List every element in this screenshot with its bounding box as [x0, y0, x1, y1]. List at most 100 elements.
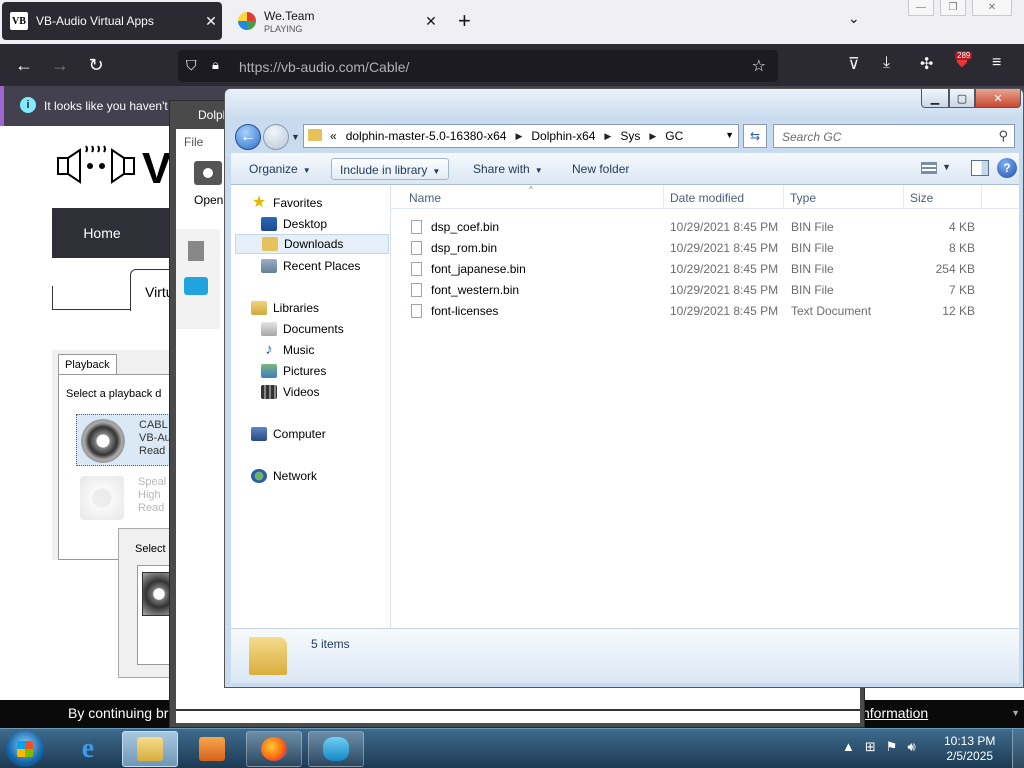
minimize-button[interactable]: ▁	[921, 89, 949, 108]
chevron-right-icon[interactable]: ▶	[604, 131, 611, 143]
menu-file[interactable]: File	[184, 135, 203, 149]
taskbar-file-explorer[interactable]	[122, 731, 178, 767]
close-tab-icon[interactable]: ✕	[420, 13, 442, 30]
column-divider[interactable]	[981, 185, 982, 209]
taskbar-media-player[interactable]	[184, 731, 240, 767]
breadcrumb-item[interactable]: Dolphin-x64	[531, 129, 595, 143]
dolphin-emulator-icon	[323, 737, 349, 761]
close-button[interactable]: ✕	[975, 89, 1021, 108]
nav-home-link[interactable]: Home	[52, 208, 152, 258]
address-bar[interactable]: « dolphin-master-5.0-16380-x64 ▶ Dolphin…	[303, 124, 739, 148]
show-desktop-button[interactable]	[1012, 729, 1024, 768]
url-text[interactable]: https://vb-audio.com/Cable/	[239, 59, 409, 75]
show-hidden-icons-arrow-icon[interactable]: ▲	[842, 739, 855, 755]
nav-network[interactable]: Network	[251, 466, 317, 486]
taskbar-internet-explorer[interactable]: e	[60, 731, 116, 767]
tab-playback[interactable]: Playback	[58, 354, 117, 375]
nav-videos[interactable]: Videos	[261, 382, 319, 402]
column-divider[interactable]	[783, 185, 784, 209]
tracking-shield-icon[interactable]: ⛉	[186, 57, 197, 74]
restore-icon[interactable]: ❐	[940, 0, 966, 16]
lock-icon[interactable]: 🔒︎	[212, 57, 219, 73]
nav-computer[interactable]: Computer	[251, 424, 326, 444]
preview-pane-icon[interactable]	[971, 160, 989, 176]
column-type[interactable]: Type	[790, 191, 816, 205]
scroll-down-arrow-icon[interactable]: ▼	[1011, 708, 1020, 718]
minimize-icon[interactable]: —	[908, 0, 934, 16]
forward-arrow-icon[interactable]: →	[48, 53, 72, 77]
url-bar[interactable]: ⛉ 🔒︎ https://vb-audio.com/Cable/ ☆	[178, 50, 778, 82]
close-tab-icon[interactable]: ✕	[200, 13, 222, 30]
help-icon[interactable]: ?	[997, 158, 1017, 178]
nav-pictures[interactable]: Pictures	[261, 361, 326, 381]
address-dropdown-icon[interactable]: ▼	[725, 130, 734, 140]
reload-icon[interactable]: ↻	[84, 53, 108, 77]
command-bar: Organize ▼ Include in library ▼ Share with…	[231, 153, 1019, 185]
nav-downloads[interactable]: Downloads	[235, 234, 389, 254]
cookie-info-link[interactable]: nformation	[862, 705, 928, 721]
chevron-right-icon[interactable]: ▶	[515, 131, 522, 143]
menu-hamburger-icon[interactable]: ≡	[992, 54, 1001, 72]
nav-libraries[interactable]: Libraries	[251, 298, 319, 318]
text-document-icon	[411, 304, 422, 318]
file-row[interactable]: dsp_rom.bin 10/29/2021 8:45 PM BIN File …	[403, 237, 993, 258]
select-dialog-title: Select	[135, 543, 166, 555]
tab-vb-audio[interactable]: VB VB-Audio Virtual Apps ✕	[2, 2, 222, 40]
column-divider[interactable]	[903, 185, 904, 209]
column-divider[interactable]	[663, 185, 664, 209]
breadcrumb-overflow[interactable]: «	[330, 129, 337, 143]
tab-we-team[interactable]: We.Team PLAYING ✕	[230, 2, 442, 40]
chevron-right-icon[interactable]: ▶	[649, 131, 656, 143]
search-icon[interactable]: ⚲	[998, 128, 1008, 144]
nav-recent-places[interactable]: Recent Places	[261, 256, 360, 276]
view-dropdown-icon[interactable]: ▼	[942, 162, 951, 172]
new-tab-plus-icon[interactable]: +	[458, 8, 471, 34]
search-input[interactable]: Search GC ⚲	[773, 124, 1015, 148]
maximize-button[interactable]: ▢	[949, 89, 975, 108]
open-disc-icon[interactable]	[194, 161, 222, 185]
back-arrow-icon[interactable]: ←	[235, 124, 261, 150]
file-row[interactable]: font-licenses 10/29/2021 8:45 PM Text Do…	[403, 300, 993, 321]
view-list-icon[interactable]	[921, 162, 937, 174]
file-icon[interactable]	[188, 241, 204, 261]
new-folder-button[interactable]: New folder	[564, 158, 637, 180]
nav-documents[interactable]: Documents	[261, 319, 344, 339]
open-button-label[interactable]: Open	[194, 193, 223, 207]
column-size[interactable]: Size	[910, 191, 933, 205]
breadcrumb-item[interactable]: Sys	[620, 129, 640, 143]
file-row[interactable]: dsp_coef.bin 10/29/2021 8:45 PM BIN File…	[403, 216, 993, 237]
file-row[interactable]: font_japanese.bin 10/29/2021 8:45 PM BIN…	[403, 258, 993, 279]
volume-icon[interactable]: 🔊︎	[907, 739, 915, 755]
explorer-window: ▁ ▢ ✕ ← ▼ « dolphin-master-5.0-16380-x64…	[224, 88, 1024, 688]
breadcrumb-item[interactable]: dolphin-master-5.0-16380-x64	[346, 129, 507, 143]
system-clock[interactable]: 10:13 PM 2/5/2025	[944, 734, 995, 764]
refresh-icon[interactable]: ⇆	[743, 124, 767, 148]
organize-button[interactable]: Organize ▼	[241, 158, 319, 180]
action-center-flag-icon[interactable]: ⚑	[886, 739, 898, 755]
nav-desktop[interactable]: Desktop	[261, 214, 327, 234]
tab-list-chevron-icon[interactable]: ⌄	[848, 10, 860, 27]
downloads-icon[interactable]: ⤓	[883, 54, 890, 72]
forward-arrow-icon[interactable]	[263, 124, 289, 150]
network-tray-icon[interactable]: ⊞	[865, 739, 876, 755]
back-arrow-icon[interactable]: ←	[12, 53, 36, 77]
file-row[interactable]: font_western.bin 10/29/2021 8:45 PM BIN …	[403, 279, 993, 300]
nav-music[interactable]: ♪ Music	[261, 340, 314, 360]
close-icon[interactable]: ✕	[972, 0, 1012, 16]
device-cable[interactable]: CABL VB-Au Read	[76, 414, 176, 466]
start-button-windows-icon[interactable]	[6, 731, 44, 767]
grid-view-icon[interactable]	[184, 277, 208, 295]
pocket-icon[interactable]: ⊽	[848, 54, 860, 74]
column-date-modified[interactable]: Date modified	[670, 191, 744, 205]
taskbar-dolphin[interactable]	[308, 731, 364, 767]
share-with-button[interactable]: Share with ▼	[465, 158, 551, 180]
breadcrumb-item[interactable]: GC	[665, 129, 683, 143]
recent-pages-dropdown-icon[interactable]: ▼	[291, 132, 300, 142]
taskbar-firefox[interactable]	[246, 731, 302, 767]
bookmark-star-icon[interactable]: ☆	[752, 56, 766, 76]
column-name[interactable]: Name	[409, 191, 441, 205]
nav-favorites[interactable]: ★ Favorites	[251, 193, 323, 213]
include-in-library-button[interactable]: Include in library ▼	[331, 158, 450, 180]
extensions-icon[interactable]: ✣	[920, 54, 933, 74]
device-speakers[interactable]: Speal High Read	[76, 472, 176, 524]
